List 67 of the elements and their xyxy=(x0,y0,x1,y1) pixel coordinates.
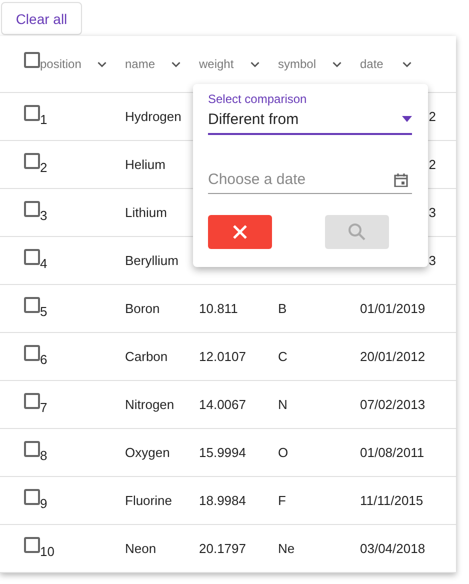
table-cell: 1 xyxy=(40,112,48,127)
table-cell: 14.0067 xyxy=(199,397,246,412)
table-cell: Nitrogen xyxy=(125,397,174,412)
table-cell: Lithium xyxy=(125,205,167,220)
table-cell: 6 xyxy=(40,352,48,367)
date-field[interactable]: Choose a date xyxy=(208,171,412,194)
field-label: Select comparison xyxy=(208,92,308,106)
table-cell: 2 xyxy=(428,109,436,124)
cancel-button[interactable] xyxy=(208,215,272,249)
clear-all-button[interactable]: Clear all xyxy=(1,2,82,35)
table-cell: 15.9994 xyxy=(199,445,246,460)
column-header[interactable]: weight xyxy=(199,57,234,71)
table-cell: 12.0107 xyxy=(199,349,246,364)
column-header[interactable]: symbol xyxy=(278,57,316,71)
table-cell: 9 xyxy=(40,496,48,511)
table-cell: B xyxy=(278,301,287,316)
table-cell: C xyxy=(278,349,288,364)
checkbox[interactable] xyxy=(24,52,40,68)
table-cell: 3 xyxy=(428,253,436,268)
checkbox[interactable] xyxy=(24,344,40,360)
calendar-icon[interactable] xyxy=(394,173,408,187)
table-cell: 20.1797 xyxy=(199,541,246,556)
table-cell: 01/08/2011 xyxy=(360,445,424,460)
checkbox[interactable] xyxy=(24,104,40,120)
checkbox[interactable] xyxy=(24,152,40,168)
table-cell: Hydrogen xyxy=(125,109,182,124)
table-cell: 20/01/2012 xyxy=(360,349,426,364)
table-cell: Oxygen xyxy=(125,445,170,460)
table-cell: 3 xyxy=(40,208,48,223)
column-header[interactable]: position xyxy=(40,57,82,71)
table-cell: 4 xyxy=(40,256,48,271)
table-cell: Boron xyxy=(125,301,160,316)
column-header[interactable]: date xyxy=(360,57,384,71)
table-cell: 2 xyxy=(428,157,436,172)
table-cell: 7 xyxy=(40,400,48,415)
table-cell: 3 xyxy=(428,205,436,220)
table-cell: 5 xyxy=(40,304,48,319)
checkbox[interactable] xyxy=(24,536,40,552)
dropdown-arrow-icon xyxy=(402,116,412,122)
table-cell: 8 xyxy=(40,448,48,463)
table-cell: N xyxy=(278,397,288,412)
table-cell: 18.9984 xyxy=(199,493,246,508)
table-cell: Neon xyxy=(125,541,156,556)
table-cell: Fluorine xyxy=(125,493,172,508)
checkbox[interactable] xyxy=(24,488,40,504)
checkbox[interactable] xyxy=(24,296,40,312)
table-cell: 2 xyxy=(40,160,48,175)
table-cell: 07/02/2013 xyxy=(360,397,426,412)
checkbox[interactable] xyxy=(24,392,40,408)
checkbox[interactable] xyxy=(24,248,40,264)
table-cell: Helium xyxy=(125,157,166,172)
checkbox[interactable] xyxy=(24,200,40,216)
close-icon xyxy=(232,224,248,240)
column-header[interactable]: name xyxy=(125,57,156,71)
table-cell: F xyxy=(278,493,286,508)
comparison-select[interactable]: Different from xyxy=(208,106,412,135)
table-cell: Carbon xyxy=(125,349,168,364)
table-cell: Ne xyxy=(278,541,295,556)
table-cell: Beryllium xyxy=(125,253,178,268)
search-icon xyxy=(347,222,367,242)
table-cell: O xyxy=(278,445,288,460)
table-cell: 11/11/2015 xyxy=(360,493,424,508)
checkbox[interactable] xyxy=(24,440,40,456)
table-cell: 01/01/2019 xyxy=(360,301,426,316)
table-cell: 03/04/2018 xyxy=(360,541,426,556)
table-cell: 10.811 xyxy=(199,301,238,316)
table-cell: 10 xyxy=(40,544,54,559)
